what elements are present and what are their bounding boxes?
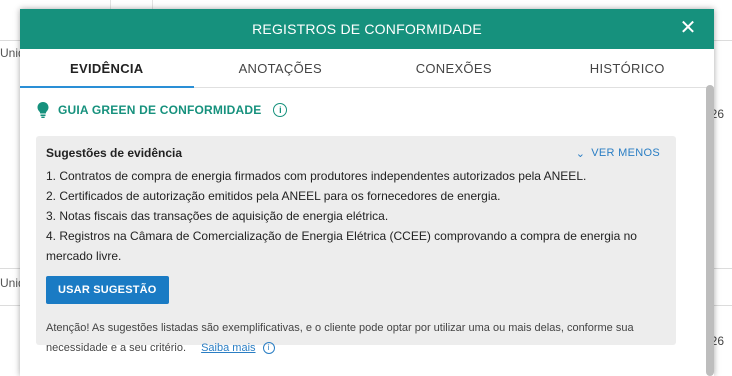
- scrollbar[interactable]: [706, 85, 714, 376]
- guide-header: GUIA GREEN DE CONFORMIDADE i: [36, 90, 698, 130]
- suggestion-item: 4. Registros na Câmara de Comercializaçã…: [46, 229, 637, 263]
- background-column-divider: [152, 0, 153, 9]
- info-icon[interactable]: i: [262, 342, 275, 355]
- notice-message: Atenção! As sugestões listadas são exemp…: [46, 322, 634, 354]
- notice-text: Atenção! As sugestões listadas são exemp…: [46, 318, 664, 358]
- learn-more-link[interactable]: Saiba mais: [201, 342, 255, 354]
- compliance-records-modal: REGISTROS DE CONFORMIDADE ✕ EVIDÊNCIA AN…: [20, 9, 714, 376]
- see-less-label: VER MENOS: [591, 147, 660, 159]
- modal-header: REGISTROS DE CONFORMIDADE ✕: [20, 9, 714, 49]
- modal-title: REGISTROS DE CONFORMIDADE: [252, 21, 482, 37]
- info-icon[interactable]: i: [273, 103, 288, 117]
- suggestions-list: 1. Contratos de compra de energia firmad…: [46, 166, 664, 266]
- guide-title: GUIA GREEN DE CONFORMIDADE: [58, 103, 262, 117]
- see-less-toggle[interactable]: ⌄ VER MENOS: [576, 147, 660, 160]
- suggestions-title: Sugestões de evidência: [46, 146, 183, 160]
- suggestion-item: 3. Notas fiscais das transações de aquis…: [46, 209, 389, 223]
- modal-content: GUIA GREEN DE CONFORMIDADE i Sugestões d…: [20, 90, 714, 355]
- tab-conexoes[interactable]: CONEXÕES: [367, 49, 541, 87]
- lightbulb-icon: [37, 102, 49, 118]
- close-icon[interactable]: ✕: [678, 18, 698, 38]
- suggestion-item: 2. Certificados de autorização emitidos …: [46, 189, 501, 203]
- evidence-suggestions-panel: Sugestões de evidência ⌄ VER MENOS 1. Co…: [36, 136, 676, 355]
- background-column-divider: [110, 0, 111, 9]
- suggestion-item: 1. Contratos de compra de energia firmad…: [46, 169, 587, 183]
- tab-anotacoes[interactable]: ANOTAÇÕES: [194, 49, 368, 87]
- chevron-down-icon: ⌄: [575, 147, 586, 160]
- use-suggestion-button[interactable]: USAR SUGESTÃO: [46, 276, 169, 304]
- tab-historico[interactable]: HISTÓRICO: [541, 49, 715, 87]
- tab-evidencia[interactable]: EVIDÊNCIA: [20, 49, 194, 88]
- tab-bar: EVIDÊNCIA ANOTAÇÕES CONEXÕES HISTÓRICO: [20, 49, 714, 88]
